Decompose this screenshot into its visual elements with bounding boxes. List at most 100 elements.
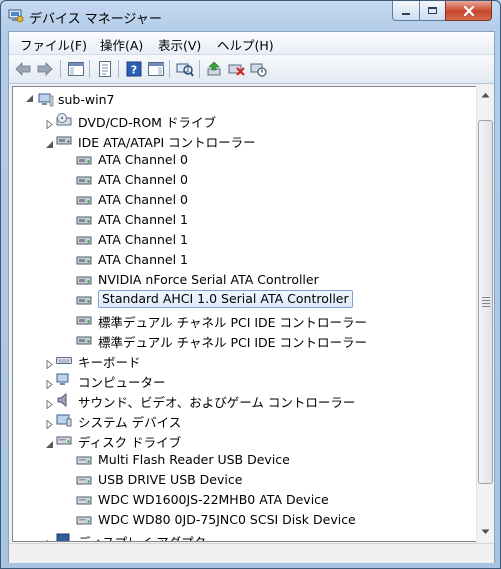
tree-device-row[interactable]: Multi Flash Reader USB Device xyxy=(13,449,473,469)
show-hide-console-tree-button[interactable] xyxy=(67,60,85,78)
tree-device-row[interactable]: ATA Channel 0 xyxy=(13,149,473,169)
tree-category-row[interactable]: ディスプレイ アダプター xyxy=(13,529,473,541)
display-adapter-icon xyxy=(56,532,72,541)
expanded-arrow-icon[interactable] xyxy=(45,134,54,148)
vertical-scrollbar[interactable] xyxy=(476,86,494,542)
tree-device-row[interactable]: 標準デュアル チャネル PCI IDE コントローラー xyxy=(13,309,473,330)
menu-help[interactable]: ヘルプ(H) xyxy=(217,35,274,54)
ide-controller-icon xyxy=(56,132,72,146)
tree-item-label: ATA Channel 0 xyxy=(98,192,189,207)
tree-category-row[interactable]: サウンド、ビデオ、およびゲーム コントローラー xyxy=(13,389,473,410)
properties-icon xyxy=(99,61,111,77)
ide-channel-icon xyxy=(76,332,92,346)
tree-category-row[interactable]: ディスク ドライブ xyxy=(13,429,473,450)
scroll-up-button[interactable] xyxy=(478,87,493,103)
properties-button[interactable] xyxy=(96,60,114,78)
scroll-grip xyxy=(482,306,490,307)
collapsed-arrow-icon[interactable] xyxy=(45,354,54,370)
back-button[interactable] xyxy=(14,60,32,78)
menu-view[interactable]: 表示(V) xyxy=(158,35,201,54)
disk-drive-icon xyxy=(76,452,92,466)
collapsed-arrow-icon[interactable] xyxy=(45,534,54,541)
tree-device-row[interactable]: 標準デュアル チャネル PCI IDE コントローラー xyxy=(13,329,473,350)
maximize-button[interactable] xyxy=(419,1,446,21)
disable-device-button[interactable] xyxy=(250,60,268,78)
scroll-grip xyxy=(482,297,490,298)
ide-channel-icon xyxy=(76,292,92,306)
disk-drive-icon xyxy=(76,492,92,506)
tree-device-row[interactable]: ATA Channel 0 xyxy=(13,169,473,189)
help-button[interactable]: ? xyxy=(125,60,143,78)
scroll-thumb[interactable] xyxy=(478,120,493,484)
tree-device-row[interactable]: WDC WD1600JS-22MHB0 ATA Device xyxy=(13,489,473,509)
uninstall-button[interactable] xyxy=(228,60,246,78)
toolbar-separator xyxy=(60,60,61,78)
tree-device-row[interactable]: USB DRIVE USB Device xyxy=(13,469,473,489)
collapsed-arrow-icon[interactable] xyxy=(45,114,54,130)
disk-drive-icon xyxy=(76,512,92,526)
forward-button[interactable] xyxy=(36,60,54,78)
scroll-grip xyxy=(482,300,490,301)
scroll-grip xyxy=(482,303,490,304)
ide-channel-icon xyxy=(76,152,92,166)
tree-device-row[interactable]: WDC WD80 0JD-75JNC0 SCSI Disk Device xyxy=(13,509,473,529)
ide-channel-icon xyxy=(76,212,92,226)
tree-device-row[interactable]: NVIDIA nForce Serial ATA Controller xyxy=(13,269,473,289)
ide-channel-icon xyxy=(76,272,92,286)
tree-device-row[interactable]: ATA Channel 1 xyxy=(13,229,473,249)
expanded-arrow-icon[interactable] xyxy=(45,434,54,448)
minimize-icon xyxy=(402,12,410,15)
show-hide-console-tree-icon xyxy=(68,62,84,76)
disable-device-icon xyxy=(250,63,267,77)
tree-item-label: Multi Flash Reader USB Device xyxy=(98,452,290,467)
tree-device-row[interactable]: Standard AHCI 1.0 Serial ATA Controller xyxy=(13,289,473,309)
tree-device-row[interactable]: ATA Channel 1 xyxy=(13,249,473,269)
disk-drive-icon xyxy=(76,472,92,486)
back-icon xyxy=(15,62,31,76)
tree-item-label: ATA Channel 1 xyxy=(98,232,189,247)
update-driver-icon xyxy=(207,61,221,76)
window-title: デバイス マネージャー xyxy=(29,12,162,27)
speaker-icon xyxy=(56,392,72,408)
forward-icon xyxy=(37,62,53,76)
help-icon: ? xyxy=(126,61,142,77)
tree-device-row[interactable]: ATA Channel 0 xyxy=(13,189,473,209)
scroll-down-button[interactable] xyxy=(478,524,493,540)
tree-root-row[interactable]: sub-win7 xyxy=(13,89,473,109)
tree-item-label: NVIDIA nForce Serial ATA Controller xyxy=(98,272,319,287)
menu-file[interactable]: ファイル(F) xyxy=(20,35,87,54)
tree-category-row[interactable]: キーボード xyxy=(13,349,473,370)
tree-item-label: ATA Channel 0 xyxy=(98,152,189,167)
tree-category-row[interactable]: DVD/CD-ROM ドライブ xyxy=(13,109,473,130)
toolbar-separator xyxy=(199,60,200,78)
ide-channel-icon xyxy=(76,252,92,266)
tree-item-label: Standard AHCI 1.0 Serial ATA Controller xyxy=(98,290,353,308)
scan-hardware-button[interactable] xyxy=(176,60,194,78)
tree-root-label: sub-win7 xyxy=(58,92,115,107)
toolbar-separator xyxy=(118,60,119,78)
computer-icon xyxy=(56,372,72,386)
svg-text:?: ? xyxy=(131,64,137,77)
ide-channel-icon xyxy=(76,192,92,206)
title-bar[interactable]: デバイス マネージャー xyxy=(1,1,500,31)
close-button[interactable] xyxy=(445,1,492,21)
update-driver-button[interactable] xyxy=(206,60,224,78)
minimize-button[interactable] xyxy=(392,1,420,21)
action-pane-button[interactable] xyxy=(147,60,165,78)
tree-device-row[interactable]: ATA Channel 1 xyxy=(13,209,473,229)
tree-category-row[interactable]: コンピューター xyxy=(13,369,473,390)
system-device-icon xyxy=(56,412,72,427)
device-tree[interactable]: sub-win7 DVD/CD-ROM ドライブ IDE ATA/ATAPI コン… xyxy=(12,86,477,542)
tree-category-row[interactable]: IDE ATA/ATAPI コントローラー xyxy=(13,129,473,150)
device-manager-app-icon[interactable] xyxy=(8,8,24,23)
uninstall-icon xyxy=(228,64,245,76)
scan-hardware-icon xyxy=(176,63,194,77)
collapsed-arrow-icon[interactable] xyxy=(45,374,54,390)
tree-category-row[interactable]: システム デバイス xyxy=(13,409,473,430)
collapsed-arrow-icon[interactable] xyxy=(45,394,54,410)
menu-action[interactable]: 操作(A) xyxy=(100,35,143,54)
tree-item-label: ATA Channel 1 xyxy=(98,252,189,267)
expanded-arrow-icon[interactable] xyxy=(25,94,34,103)
collapsed-arrow-icon[interactable] xyxy=(45,414,54,430)
close-icon xyxy=(463,5,474,16)
